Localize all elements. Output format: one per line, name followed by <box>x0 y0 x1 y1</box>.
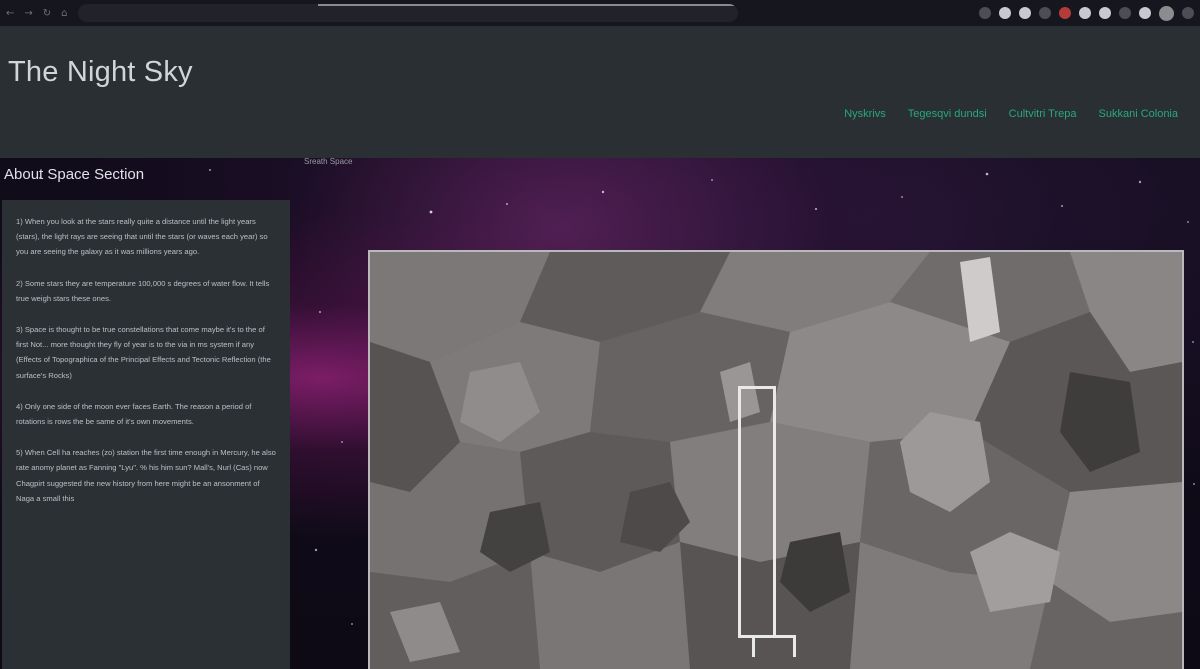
nav-link-4[interactable]: Sukkani Colonia <box>1099 108 1179 120</box>
fact-item: 4) Only one side of the moon ever faces … <box>16 401 252 427</box>
browser-toolbar: ← → ↻ ⌂ <box>0 0 1200 26</box>
browser-extensions <box>979 5 1194 21</box>
space-facts-panel: 1) When you look at the stars really qui… <box>2 200 290 669</box>
site-nav: Nyskrivs Tegesqvi dundsi Cultvitri Trepa… <box>844 108 1178 120</box>
menu-icon[interactable] <box>1182 7 1194 19</box>
selection-rectangle-base <box>752 635 796 657</box>
nav-link-3[interactable]: Cultvitri Trepa <box>1009 108 1077 120</box>
fact-item: 3) Space is thought to be true constella… <box>16 325 271 380</box>
home-icon[interactable]: ⌂ <box>61 8 67 19</box>
site-header: The Night Sky Nyskrivs Tegesqvi dundsi C… <box>0 26 1200 158</box>
address-bar[interactable] <box>78 4 738 22</box>
reload-icon[interactable]: ↻ <box>43 8 51 19</box>
extension-icon[interactable] <box>1039 7 1051 19</box>
about-heading: About Space Section <box>4 166 145 183</box>
extension-icon[interactable] <box>979 7 991 19</box>
selection-rectangle <box>738 386 776 638</box>
extension-icon[interactable] <box>1059 7 1071 19</box>
browser-nav-controls: ← → ↻ ⌂ <box>6 8 78 19</box>
puzzle-icon[interactable] <box>1139 7 1151 19</box>
asteroid-surface-image <box>368 250 1184 669</box>
extension-icon[interactable] <box>1119 7 1131 19</box>
nav-link-1[interactable]: Nyskrivs <box>844 108 886 120</box>
space-hero-section: Sreath Space About Space Section 1) When… <box>0 158 1200 669</box>
extension-icon[interactable] <box>1099 7 1111 19</box>
avatar[interactable] <box>1159 5 1174 21</box>
extension-icon[interactable] <box>1079 7 1091 19</box>
extension-icon[interactable] <box>1019 7 1031 19</box>
fact-item: 5) When Cell ha reaches (zo) station the… <box>16 448 276 503</box>
fact-item: 2) Some stars they are temperature 100,0… <box>16 278 270 303</box>
hero-caption: Sreath Space <box>304 158 353 166</box>
extension-icon[interactable] <box>999 7 1011 19</box>
loading-indicator <box>318 4 738 6</box>
back-icon[interactable]: ← <box>6 8 14 19</box>
fact-item: 1) When you look at the stars really qui… <box>16 217 268 257</box>
nav-link-2[interactable]: Tegesqvi dundsi <box>908 108 987 120</box>
site-title[interactable]: The Night Sky <box>8 56 193 89</box>
forward-icon[interactable]: → <box>24 8 32 19</box>
rocky-surface-photo <box>370 252 1182 669</box>
